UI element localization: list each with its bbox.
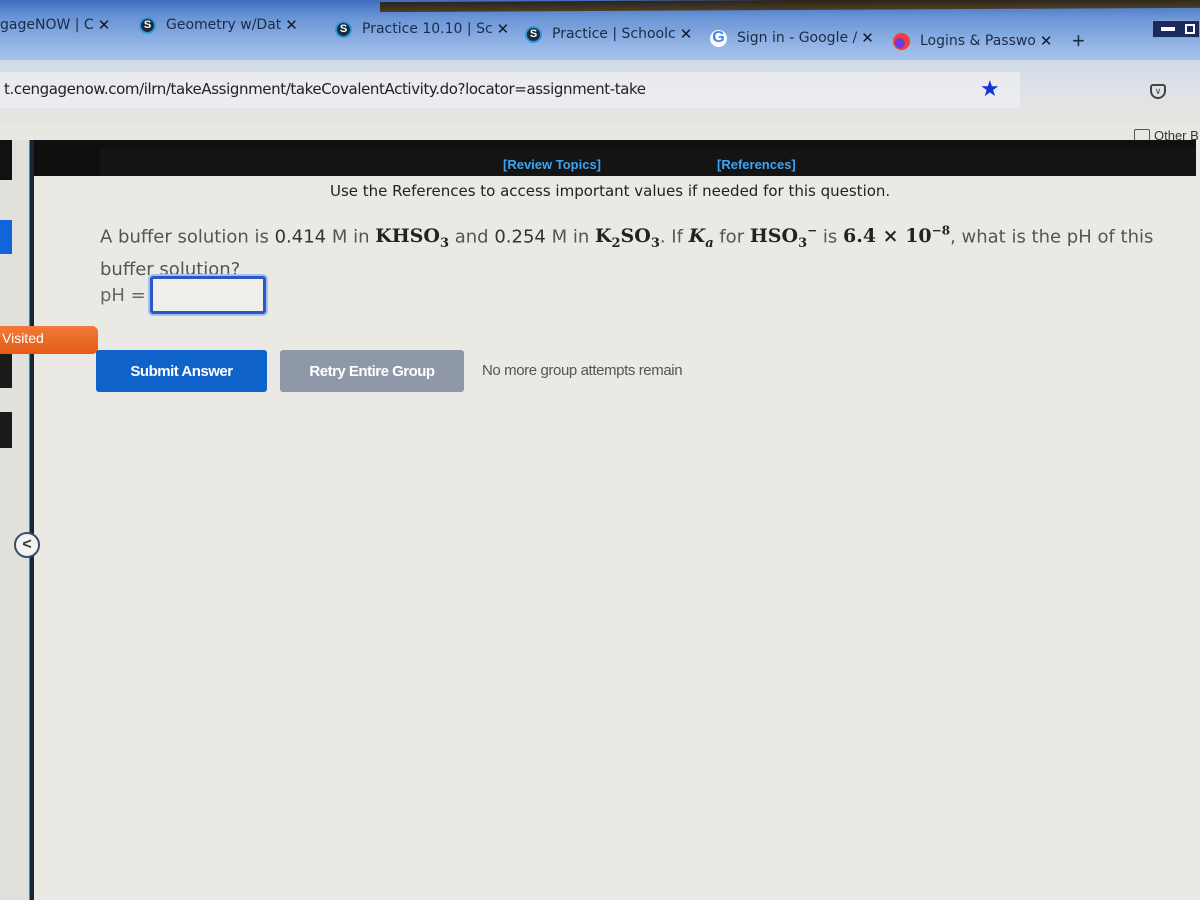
close-icon[interactable]: ✕	[497, 20, 510, 38]
tab-label: Logins & Passwo	[920, 33, 1036, 49]
question-fragment: and	[449, 226, 495, 248]
close-icon[interactable]: ✕	[680, 25, 693, 43]
concentration-k2so3: 0.254	[494, 226, 546, 248]
tab-label: Practice | Schoolc	[552, 26, 676, 42]
visited-label: Visited	[2, 330, 44, 346]
question-fragment: M in	[545, 226, 595, 248]
maximize-icon[interactable]	[1185, 24, 1195, 34]
close-icon[interactable]: ✕	[861, 29, 874, 47]
window-controls	[1152, 20, 1200, 38]
tab-label: Geometry w/Dat	[166, 17, 282, 33]
tab-label: Practice 10.10 | Sc	[362, 21, 493, 37]
sidebar-item-current[interactable]	[0, 220, 12, 254]
references-link[interactable]: [References]	[717, 157, 796, 172]
url-field[interactable]: t.cengagenow.com/ilrn/takeAssignment/tak…	[0, 72, 1020, 108]
concentration-khso3: 0.414	[274, 226, 327, 248]
chevron-left-icon: <	[22, 536, 32, 553]
new-tab-button[interactable]: +	[1072, 28, 1085, 54]
schoology-icon: S	[335, 20, 352, 38]
attempts-remaining-note: No more group attempts remain	[482, 362, 683, 379]
tab-practice-10-10[interactable]: S Practice 10.10 | Sc ✕	[335, 14, 509, 44]
formula-khso3: KHSO3	[375, 225, 450, 252]
google-icon: G	[710, 29, 727, 47]
references-note: Use the References to access important v…	[330, 182, 891, 200]
bookmark-star-icon[interactable]: ★	[980, 76, 1000, 102]
sidebar-item[interactable]	[0, 412, 12, 448]
review-topics-link[interactable]: [Review Topics]	[503, 157, 601, 172]
ph-answer-input[interactable]	[147, 274, 268, 316]
submit-answer-button[interactable]: Submit Answer	[96, 350, 267, 392]
panel-splitter[interactable]	[28, 140, 34, 900]
browser-tab-strip: gageNOW | C ✕ S Geometry w/Dat ✕ S Pract…	[0, 0, 1200, 60]
tab-logins-passwords[interactable]: Logins & Passwo ✕	[893, 26, 1052, 56]
question-fragment: for	[713, 226, 750, 248]
tab-label: Sign in - Google /	[737, 30, 858, 46]
schoology-icon: S	[525, 25, 542, 43]
address-bar-area: t.cengagenow.com/ilrn/takeAssignment/tak…	[0, 60, 1200, 122]
answer-row: pH =	[100, 274, 268, 316]
formula-k2so3: K2SO3	[594, 225, 660, 252]
question-fragment: A buffer solution is	[100, 226, 275, 248]
sidebar-header	[0, 140, 12, 180]
tab-geometry[interactable]: S Geometry w/Dat ✕	[139, 10, 298, 40]
page-content: < Visited [Review Topics] [References] U…	[0, 140, 1200, 900]
retry-entire-group-button[interactable]: Retry Entire Group	[280, 350, 464, 392]
firefox-icon	[893, 32, 910, 50]
formula-hso3: HSO3−	[749, 224, 818, 252]
minimize-icon[interactable]	[1161, 27, 1175, 31]
close-icon[interactable]: ✕	[98, 16, 111, 34]
tab-practice-schoology[interactable]: S Practice | Schoolc ✕	[525, 19, 692, 49]
tab-label: gageNOW | C	[0, 17, 94, 33]
sidebar-item[interactable]	[0, 350, 12, 388]
ka-symbol: Ka	[688, 225, 714, 252]
tab-cengagenow[interactable]: gageNOW | C ✕	[0, 10, 110, 40]
question-fragment: is	[817, 226, 843, 248]
question-fragment: . If	[659, 226, 689, 248]
references-bar: [Review Topics] [References]	[100, 148, 1196, 176]
collapse-sidebar-button[interactable]: <	[14, 532, 40, 558]
url-text: t.cengagenow.com/ilrn/takeAssignment/tak…	[4, 80, 646, 98]
ph-label: pH =	[100, 284, 146, 306]
question-fragment: M in	[326, 226, 376, 248]
close-icon[interactable]: ✕	[1040, 32, 1053, 50]
ka-value: 6.4 × 10−8	[843, 224, 951, 248]
visited-badge: Visited	[0, 326, 98, 354]
question-text: A buffer solution is 0.414 M in KHSO3 an…	[100, 218, 1180, 283]
schoology-icon: S	[139, 16, 156, 34]
tab-google-sign-in[interactable]: G Sign in - Google / ✕	[710, 23, 874, 53]
monitor-bezel	[380, 0, 1200, 13]
close-icon[interactable]: ✕	[285, 16, 298, 34]
